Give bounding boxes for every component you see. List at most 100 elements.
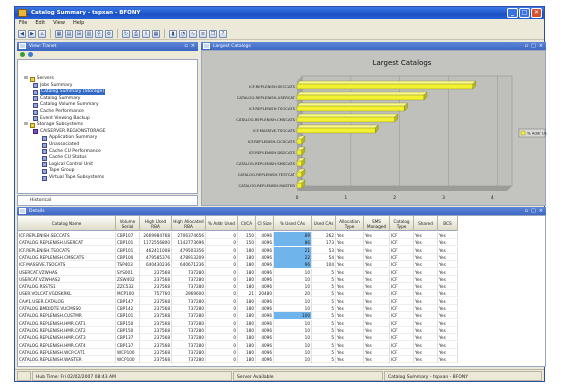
tree-node[interactable]: Cache Performance — [33, 109, 84, 115]
table-row[interactable]: CATALOG.REPLENISH.CUSTMR CBP101 237568 7372… — [18, 312, 458, 320]
y-category-label: CATALOG.REPLENISH.USERCAT — [237, 95, 296, 100]
refresh-icon[interactable]: ↻ — [122, 29, 130, 38]
column-header[interactable]: CI/CA — [238, 216, 256, 231]
table-row[interactable]: CATALOG.REPLENISH.USERCAT CBP101 117255680… — [18, 239, 458, 247]
export-icon[interactable]: ⇪ — [142, 29, 150, 38]
column-header[interactable]: Volume Serial — [116, 216, 140, 231]
menu-file[interactable]: File — [19, 19, 27, 28]
tree-node[interactable]: Cache CU Performance — [42, 149, 101, 155]
pane-close-icon[interactable]: × — [191, 42, 195, 51]
table-row[interactable]: CATALOG.REPLENISH.CMSCATS CBP100 479585376… — [18, 253, 458, 261]
tree-node[interactable]: Catalog Summary — [33, 96, 80, 102]
report-icon[interactable]: ▤ — [65, 29, 73, 38]
tree-icon[interactable]: ⊞ — [75, 29, 83, 38]
pie-icon[interactable]: ◔ — [179, 29, 187, 38]
table-cell: Yes — [438, 348, 458, 356]
help-icon[interactable]: ? — [219, 29, 227, 38]
bar-chart-icon[interactable]: ▮ — [169, 29, 177, 38]
tree-node[interactable]: Application Summary — [42, 135, 97, 141]
table-cell: 96 — [274, 261, 312, 269]
title-bar[interactable]: Catalog Summary - tspxan - BFONY _ □ ✕ — [15, 7, 544, 19]
settings-icon[interactable]: ⚙ — [105, 29, 113, 38]
link-icon[interactable] — [28, 52, 33, 57]
table-cell: 237568 — [140, 305, 172, 312]
table-row[interactable]: CATALOG.RSSTS1 ZZC532 237568 737280 0 180 4096… — [18, 283, 458, 291]
chart-icon[interactable]: ▥ — [85, 29, 93, 38]
table-row[interactable]: CATALOG.BMDIDTE.VUCMSS0 CBP142 237568 73728… — [18, 305, 458, 312]
bar-top — [296, 91, 428, 96]
menu-help[interactable]: Help — [73, 19, 84, 28]
column-header[interactable]: Used CAs — [312, 216, 336, 231]
column-header[interactable]: High Used RBA — [140, 216, 172, 231]
column-header[interactable]: CI Size — [256, 216, 274, 231]
expand-icon[interactable]: ⊟ — [24, 122, 28, 128]
table-cell: 0 — [206, 319, 238, 327]
table-row[interactable]: USERCAT.VZWHAS2 ZSW402 237568 737280 0 180 409… — [18, 275, 458, 283]
menu-view[interactable]: View — [53, 19, 65, 28]
table-cell: Yes — [336, 305, 364, 312]
table-row[interactable]: ICF.REPLENISH.TSOCATS CBP101 462411008 4795… — [18, 246, 458, 254]
tree-node[interactable]: ⊟ Storage Subsystems — [24, 122, 83, 128]
forward-icon[interactable]: ▶ — [28, 29, 36, 38]
navigator-footer-tab[interactable]: Historical — [17, 195, 198, 206]
column-header[interactable]: Catalog Type — [390, 216, 414, 231]
navigator-title: View: Tranet — [29, 44, 57, 49]
table-icon[interactable]: ▦ — [152, 29, 160, 38]
tree-node[interactable]: Jobs Summary — [33, 83, 72, 89]
table-cell: 640430236 — [140, 261, 172, 269]
filter-icon[interactable]: ⚲ — [95, 29, 103, 38]
table-row[interactable]: ICF.REPLENISH.SECCATS CBP107 2669984768 270… — [18, 232, 458, 239]
table-cell: Yes — [438, 305, 458, 312]
table-row[interactable]: CATALOG.REPLENISH.HMR.CAT2 CBP150 237568 73… — [18, 326, 458, 334]
back-icon[interactable]: ◀ — [18, 29, 26, 38]
tree-node[interactable]: Catalog Summary (Storage) — [33, 89, 106, 96]
x-tick-label: 4 — [491, 195, 494, 201]
menu-edit[interactable]: Edit — [35, 19, 45, 28]
column-header[interactable]: % Addr Used — [206, 216, 238, 231]
column-header[interactable]: SMS Managed — [364, 216, 390, 231]
tree-node[interactable]: Unassociated — [42, 142, 79, 148]
table-row[interactable]: CATALOG.REPLENISH.HMR.CAT1 CBP150 237568 73… — [18, 319, 458, 327]
table-row[interactable]: CATALOG.REPLENISH.HMR.CAT4 CBP137 237568 73… — [18, 341, 458, 349]
connect-icon[interactable] — [20, 52, 25, 57]
table-row[interactable]: USER.VOLCAT.VGDSKRKL MCP100 757760 2969600 0… — [18, 290, 458, 298]
tree-node[interactable]: Catalog Volume Summary — [33, 102, 99, 108]
tree-node[interactable]: Event Viewing Backup — [33, 116, 90, 122]
minimize-button[interactable]: _ — [507, 8, 518, 18]
table-row[interactable]: CA#1.USER.CATALOG CBP147 237568 737280 0 180 4… — [18, 297, 458, 305]
home-icon[interactable]: ⌂ — [38, 29, 46, 38]
column-header[interactable]: Allocation Type — [336, 216, 364, 231]
table-cell: 2669984768 — [140, 232, 172, 239]
column-header[interactable]: Shared — [414, 216, 438, 231]
list-icon[interactable]: ≡ — [199, 29, 207, 38]
table-cell: CBP142 — [116, 305, 140, 312]
table-row[interactable]: CATALOG.REPLENISH.WCP.CAT1 WCP100 237568 73… — [18, 348, 458, 356]
close-button[interactable]: ✕ — [531, 8, 542, 18]
tree-node[interactable]: ⊟ Servers — [24, 76, 54, 82]
column-header[interactable]: BCS — [438, 216, 458, 231]
window-icon[interactable]: ❐ — [209, 29, 217, 38]
table-row[interactable]: CATALOG.REPLENISH.HMR.CAT3 CBP137 237568 73… — [18, 334, 458, 342]
table-cell: ICF — [390, 246, 414, 254]
table-row[interactable]: ICF.MASSIVE.TSOCATS TSP403 640430236 640671… — [18, 261, 458, 269]
column-header[interactable]: % Used CAs — [274, 216, 312, 231]
column-header[interactable]: Catalog Name — [18, 216, 116, 231]
table-row[interactable]: USERCAT.VZWHAS SYS001 237568 737280 0 180 4096… — [18, 268, 458, 276]
tree-node[interactable]: Logical Control Unit — [42, 162, 93, 168]
grid-icon[interactable]: ▦ — [55, 29, 63, 38]
print-icon[interactable]: ⎙ — [132, 29, 140, 38]
table-cell: ICF — [390, 348, 414, 356]
table-cell: 737280 — [172, 297, 206, 305]
table-row[interactable]: CATALOG.REPLENISH.WASTER WCP100 237568 7372… — [18, 356, 458, 364]
maximize-button[interactable]: □ — [519, 8, 530, 18]
line-icon[interactable]: ∿ — [189, 29, 197, 38]
pane-restore-icon[interactable]: ▫ — [184, 42, 187, 51]
table-cell: ICF — [390, 319, 414, 327]
column-header[interactable]: High Allocated RBA — [172, 216, 206, 231]
tree-node[interactable]: Tape Group — [42, 168, 75, 174]
table-cell: 2969600 — [172, 290, 206, 298]
expand-icon[interactable]: ⊟ — [24, 76, 28, 82]
tree-node[interactable]: CAISERVER.REGIONSTORAGE — [33, 129, 106, 135]
tree-node[interactable]: Virtual Tape Subsystems — [42, 175, 104, 181]
tree-node[interactable]: Cache CU Status — [42, 155, 87, 161]
